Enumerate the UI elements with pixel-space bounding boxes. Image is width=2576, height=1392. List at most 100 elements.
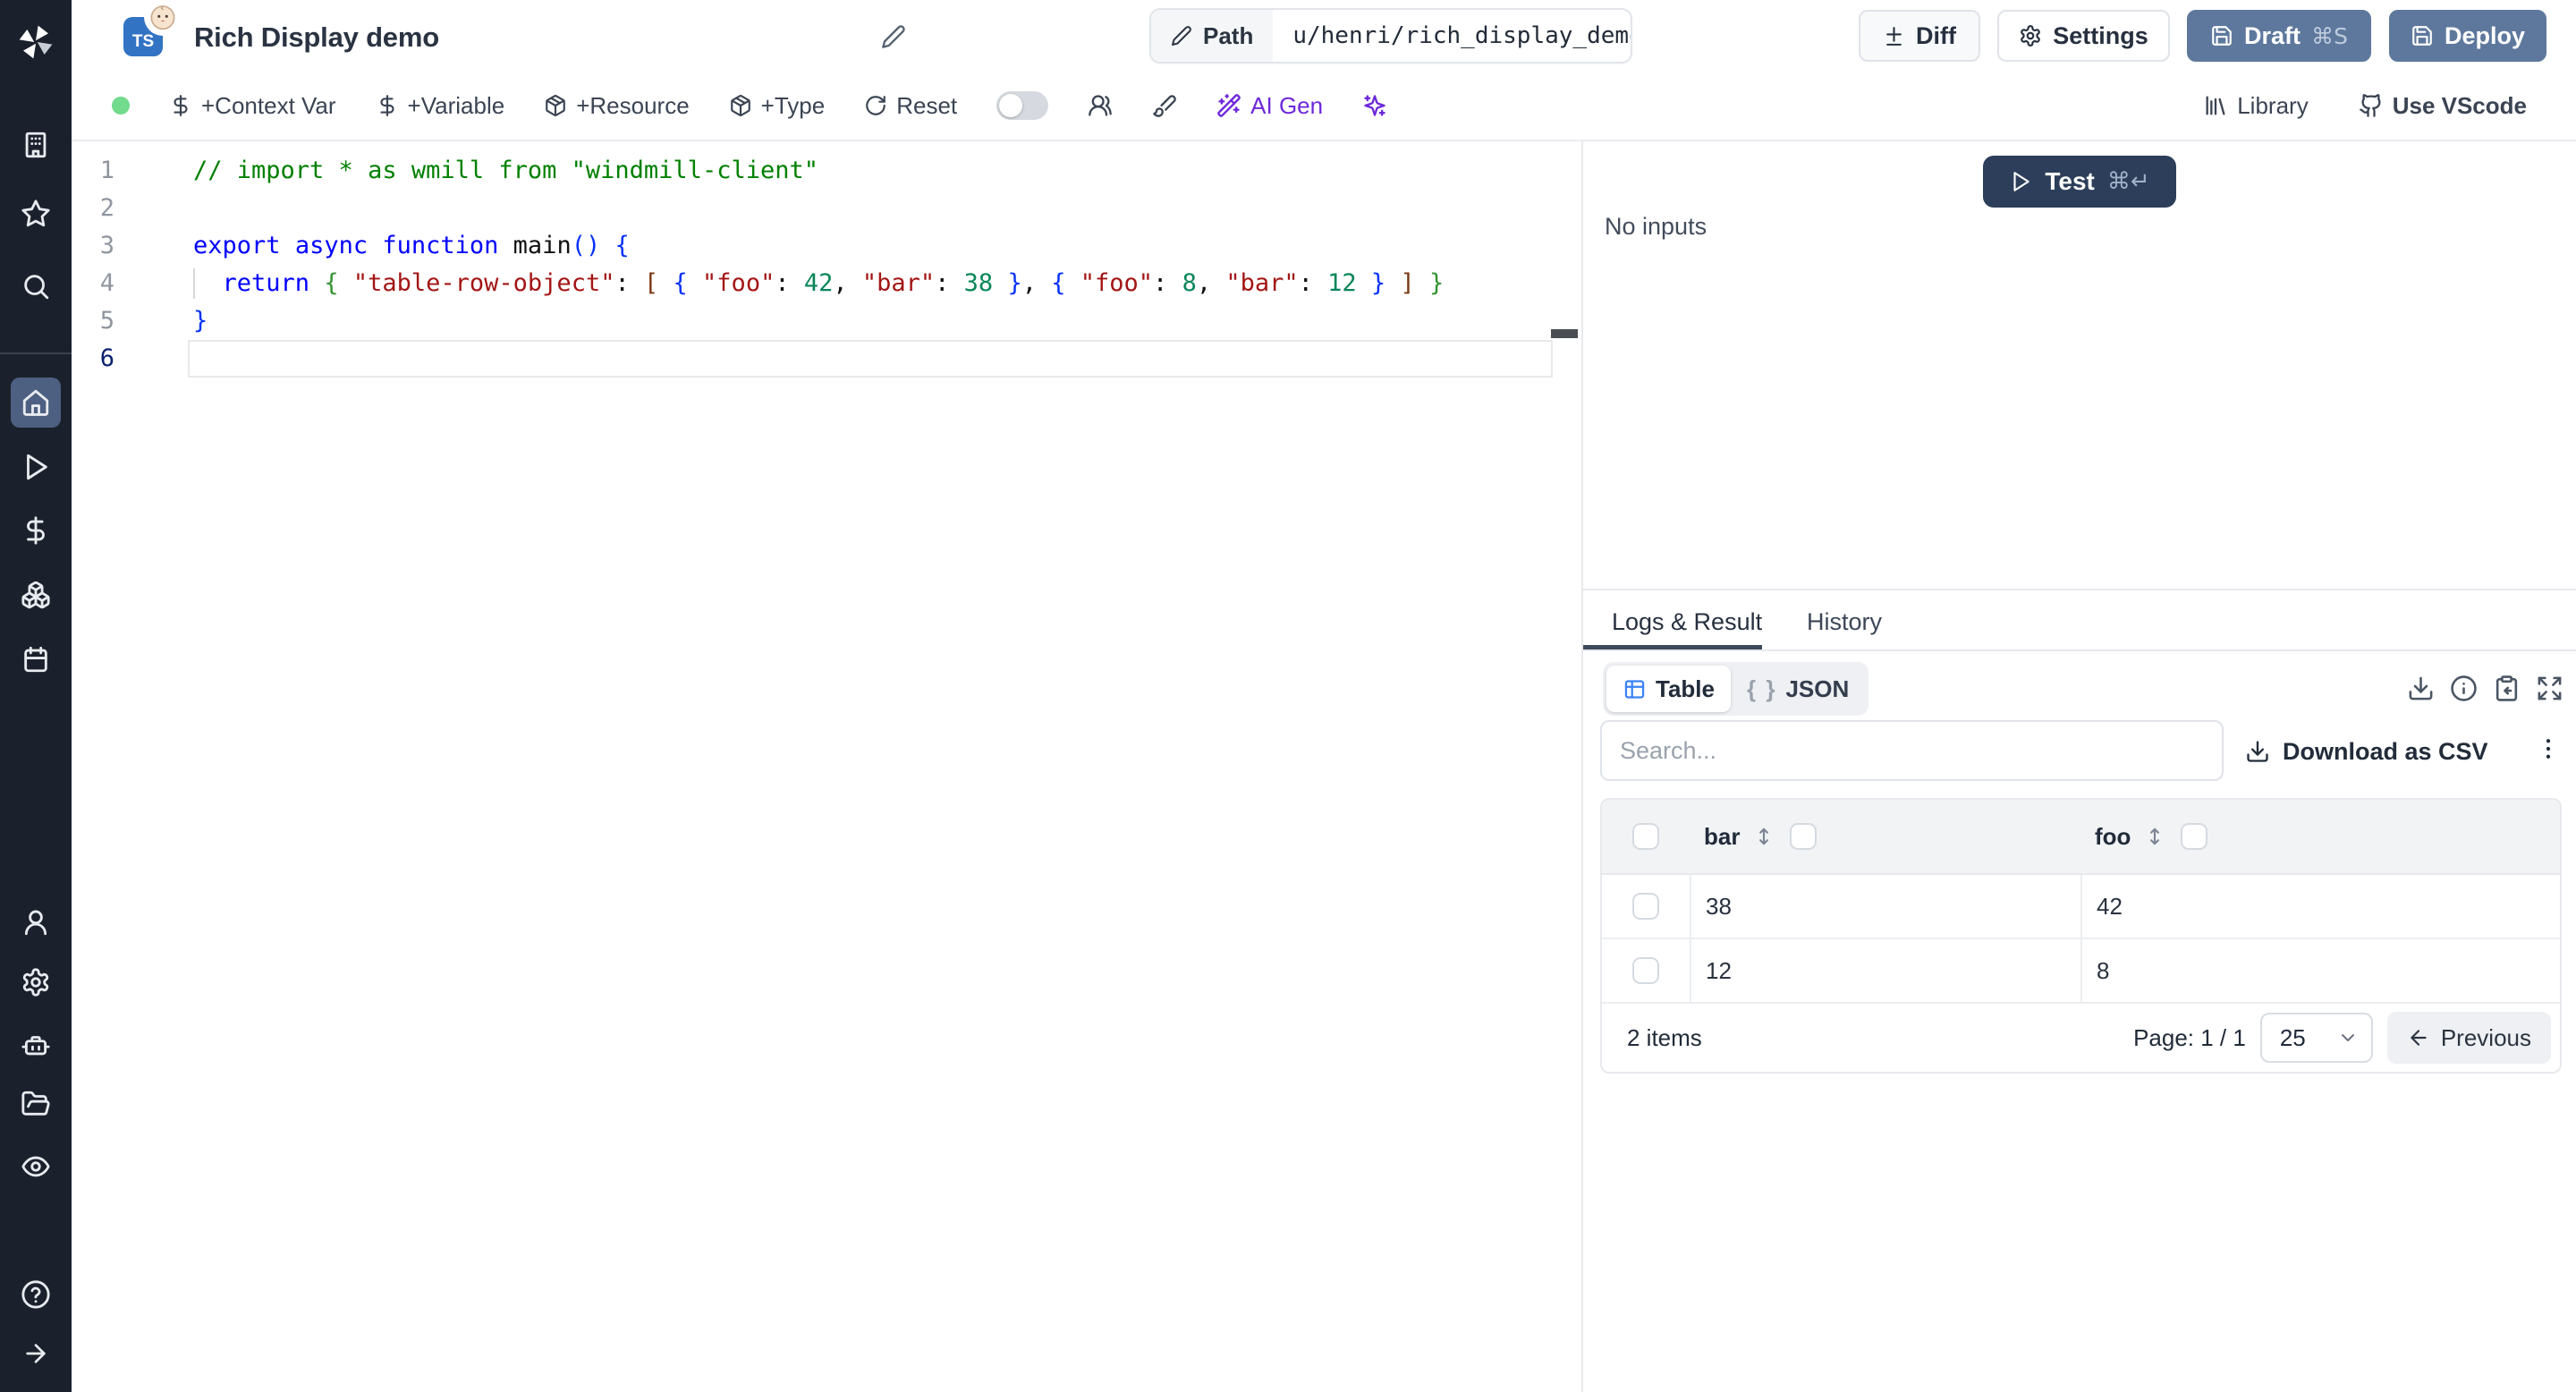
sidebar-item-workspace[interactable] <box>0 130 72 160</box>
result-view-toggle: Table { } JSON <box>1603 662 1869 716</box>
pencil-icon <box>1171 25 1192 47</box>
sidebar-item-workers[interactable] <box>0 1030 72 1060</box>
add-context-var-button[interactable]: +Context Var <box>169 92 336 120</box>
view-json-label: JSON <box>1785 675 1850 702</box>
ai-gen-button[interactable]: AI Gen <box>1216 92 1323 120</box>
arrow-left-icon <box>2407 1026 2430 1049</box>
sort-icon[interactable] <box>2143 825 2166 848</box>
sidebar-divider <box>0 352 72 354</box>
use-vscode-label: Use VScode <box>2392 91 2527 119</box>
toggle-knob <box>999 94 1023 117</box>
sidebar-item-resources[interactable] <box>0 580 72 610</box>
add-type-button[interactable]: +Type <box>729 91 826 120</box>
add-variable-button[interactable]: +Variable <box>376 91 505 120</box>
dollar-icon <box>169 94 192 117</box>
sidebar-item-users[interactable] <box>0 907 72 938</box>
tab-logs-result[interactable]: Logs & Result <box>1612 599 1762 644</box>
info-icon[interactable] <box>2450 675 2478 702</box>
draft-button[interactable]: Draft ⌘S <box>2187 10 2371 62</box>
play-icon <box>2009 170 2032 193</box>
path-button[interactable]: Path u/henri/rich_display_demo <box>1149 8 1632 64</box>
table-search-input[interactable] <box>1600 720 2224 781</box>
sidebar-item-search[interactable] <box>0 271 72 301</box>
path-label: Path <box>1203 21 1254 49</box>
gear-icon <box>2019 24 2042 47</box>
table-more-menu-button[interactable] <box>2535 735 2562 767</box>
view-table-button[interactable]: Table <box>1606 666 1731 712</box>
code-line: // import * as wmill from "windmill-clie… <box>193 157 818 184</box>
tab-history[interactable]: History <box>1807 599 1882 644</box>
sidebar-expand-button[interactable] <box>0 1339 72 1368</box>
right-panel: Test ⌘↵ No inputs Logs & Result History … <box>1581 141 2576 1392</box>
test-button[interactable]: Test ⌘↵ <box>1983 156 2176 208</box>
table-row: 38 42 <box>1602 875 2560 939</box>
view-json-button[interactable]: { } JSON <box>1731 666 1865 712</box>
script-toolbar: +Context Var +Variable +Resource +Type R… <box>72 72 2576 141</box>
diff-button[interactable]: Diff <box>1859 10 1980 62</box>
edit-summary-pencil-icon[interactable] <box>881 24 906 54</box>
library-button[interactable]: Library <box>2203 91 2309 120</box>
sidebar-item-variables[interactable] <box>0 515 72 546</box>
clipboard-paste-icon[interactable] <box>2493 675 2521 702</box>
editor-gutter: 1 2 3 4 5 6 <box>72 152 114 378</box>
settings-button[interactable]: Settings <box>1997 10 2170 62</box>
sidebar-item-folders[interactable] <box>0 1089 72 1119</box>
row-checkbox[interactable] <box>1632 957 1659 984</box>
diff-icon <box>1883 25 1905 47</box>
page-size-select[interactable]: 25 <box>2259 1013 2373 1063</box>
deploy-label: Deploy <box>2444 21 2526 49</box>
sidebar-item-schedules[interactable] <box>0 644 72 675</box>
script-emoji-icon <box>148 3 177 31</box>
draft-label: Draft <box>2244 21 2301 49</box>
sidebar-item-favorites[interactable] <box>0 199 72 229</box>
column-checkbox-foo[interactable] <box>2181 823 2208 850</box>
format-brush-button[interactable] <box>1152 93 1177 118</box>
rotate-icon <box>864 94 887 117</box>
settings-label: Settings <box>2053 21 2148 49</box>
sparkles-icon <box>1362 93 1387 118</box>
add-type-label: +Type <box>760 91 826 119</box>
add-variable-label: +Variable <box>407 91 505 119</box>
row-checkbox[interactable] <box>1632 893 1659 920</box>
collab-users-button[interactable] <box>1088 93 1113 118</box>
paintbrush-icon <box>1152 93 1177 118</box>
code-editor[interactable]: 1 2 3 4 5 6 // import * as wmill from "windmi… <box>72 141 1580 1392</box>
line-number: 1 <box>99 157 114 184</box>
line-number: 2 <box>99 194 114 222</box>
draft-shortcut: ⌘S <box>2311 22 2348 49</box>
line-number: 4 <box>99 269 114 297</box>
app-sidebar <box>0 0 72 1392</box>
sidebar-item-runs[interactable] <box>0 452 72 482</box>
use-vscode-button[interactable]: Use VScode <box>2359 92 2527 120</box>
chevron-down-icon <box>2337 1027 2359 1048</box>
sidebar-item-home[interactable] <box>0 387 72 418</box>
test-label: Test <box>2045 167 2095 195</box>
add-resource-button[interactable]: +Resource <box>544 92 690 120</box>
sidebar-item-help[interactable] <box>0 1279 72 1310</box>
panel-divider[interactable] <box>1583 589 2576 590</box>
sidebar-item-settings[interactable] <box>0 967 72 997</box>
ai-sparkles-button[interactable] <box>1362 93 1387 118</box>
column-header-foo: foo <box>2095 822 2131 850</box>
reset-button[interactable]: Reset <box>864 92 957 120</box>
sort-icon[interactable] <box>1752 825 1775 848</box>
deploy-button[interactable]: Deploy <box>2389 10 2546 62</box>
table-icon <box>1623 677 1647 701</box>
sidebar-item-audit-logs[interactable] <box>0 1151 72 1182</box>
no-inputs-text: No inputs <box>1605 213 1707 240</box>
test-shortcut: ⌘↵ <box>2106 168 2150 195</box>
previous-page-button[interactable]: Previous <box>2386 1012 2551 1064</box>
view-table-label: Table <box>1656 675 1715 702</box>
table-cell: 38 <box>1690 875 2080 938</box>
column-checkbox-bar[interactable] <box>1790 823 1818 850</box>
table-body: 38 42 12 8 <box>1602 875 2560 1004</box>
library-label: Library <box>2237 91 2309 119</box>
expand-result-icon[interactable] <box>2536 675 2563 702</box>
page-title: Rich Display demo <box>194 21 439 53</box>
download-csv-button[interactable]: Download as CSV <box>2245 732 2488 771</box>
assistant-toggle[interactable] <box>996 91 1049 120</box>
windmill-logo-icon[interactable] <box>0 23 72 61</box>
line-number: 3 <box>99 232 114 259</box>
select-all-checkbox[interactable] <box>1632 823 1659 850</box>
download-result-icon[interactable] <box>2407 675 2435 702</box>
